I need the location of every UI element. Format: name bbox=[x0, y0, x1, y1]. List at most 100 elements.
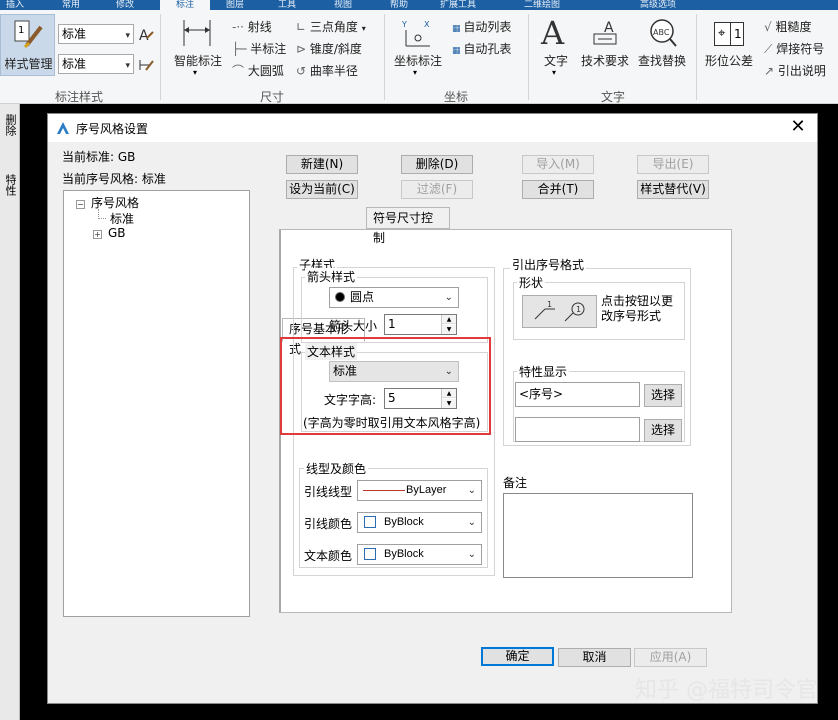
leader-color-select[interactable]: ByBlock ⌄ bbox=[357, 512, 482, 533]
set-current-button[interactable]: 设为当前(C) bbox=[286, 180, 358, 199]
ribbon-tab-4[interactable]: 图层 bbox=[226, 0, 244, 10]
find-replace-button[interactable]: 查找替换 bbox=[634, 52, 690, 69]
text-button[interactable]: 文字 bbox=[536, 52, 576, 69]
leader-format-title: 引出序号格式 bbox=[510, 256, 587, 273]
svg-text:X: X bbox=[424, 20, 430, 29]
close-icon[interactable]: ✕ bbox=[787, 116, 809, 138]
text-height-spinner[interactable]: 5 ▲ ▼ bbox=[384, 388, 457, 409]
ok-button[interactable]: 确定 bbox=[481, 647, 554, 666]
roughness-label: 粗糙度 bbox=[775, 20, 812, 34]
spin-down-icon[interactable]: ▼ bbox=[442, 399, 456, 408]
tree-collapse-toggle[interactable]: − bbox=[76, 200, 85, 209]
ribbon-tab-3[interactable]: 标注 bbox=[160, 0, 210, 10]
big-arc-button[interactable]: ⌒ 大圆弧 bbox=[232, 62, 284, 79]
delete-panel-tab[interactable]: 删除 bbox=[1, 114, 17, 162]
property-title: 特性显示 bbox=[517, 363, 570, 380]
shape-button[interactable]: 1 1 bbox=[522, 295, 597, 328]
leader-note-label: 引出说明 bbox=[777, 64, 826, 78]
text-style-combo[interactable]: 标准 ▾ bbox=[58, 54, 134, 74]
ribbon-tab-6[interactable]: 视图 bbox=[334, 0, 352, 10]
tolerance-icon: ⌖ 1 bbox=[714, 22, 744, 46]
spin-down-icon[interactable]: ▼ bbox=[442, 325, 456, 334]
style-override-button[interactable]: 样式替代(V) bbox=[637, 180, 709, 199]
ribbon-tab-2[interactable]: 修改 bbox=[116, 0, 134, 10]
tolerance-value-glyph: 1 bbox=[734, 27, 742, 41]
dot-icon bbox=[335, 292, 345, 302]
leader-note-button[interactable]: ↗ 引出说明 bbox=[764, 62, 826, 79]
svg-text:A: A bbox=[139, 28, 149, 42]
leader-linetype-select[interactable]: ByLayer ⌄ bbox=[357, 480, 482, 501]
roughness-icon: √ bbox=[764, 20, 776, 34]
coord-dim-button[interactable]: 坐标标注 bbox=[388, 52, 448, 69]
leader-style-icon[interactable] bbox=[138, 56, 154, 72]
import-button[interactable]: 导入(M) bbox=[522, 155, 594, 174]
find-replace-abc-text: ABC bbox=[653, 28, 670, 37]
tree-item-gb[interactable]: GB bbox=[108, 226, 126, 240]
chevron-down-icon: ▾ bbox=[552, 68, 557, 77]
three-point-angle-button[interactable]: ∟ 三点角度 ▾ bbox=[296, 18, 366, 35]
three-point-angle-label: 三点角度 bbox=[309, 20, 358, 34]
chevron-down-icon: ⌄ bbox=[467, 517, 476, 528]
ray-dim-button[interactable]: -·· 射线 bbox=[232, 18, 272, 35]
ribbon-tab-9[interactable]: 二维绘图 bbox=[524, 0, 560, 10]
current-style: 当前序号风格: 标准 bbox=[62, 170, 166, 187]
ribbon-tab-5[interactable]: 工具 bbox=[278, 0, 296, 10]
delete-button[interactable]: 删除(D) bbox=[401, 155, 473, 174]
roughness-button[interactable]: √ 粗糙度 bbox=[764, 18, 811, 35]
cancel-button[interactable]: 取消 bbox=[558, 648, 631, 667]
text-style-combo-value: 标准 bbox=[62, 57, 87, 71]
property-input-2[interactable] bbox=[515, 417, 640, 442]
property-input-1[interactable]: <序号> bbox=[515, 382, 640, 407]
spin-up-icon[interactable]: ▲ bbox=[442, 389, 456, 398]
tab-symbol-size[interactable]: 符号尺寸控制 bbox=[366, 207, 450, 245]
chevron-down-icon: ⌄ bbox=[467, 549, 476, 560]
text-style-select[interactable]: 标准 ⌄ bbox=[329, 361, 459, 382]
remark-textarea[interactable] bbox=[503, 493, 693, 578]
text-style-value: 标准 bbox=[333, 364, 358, 378]
merge-button[interactable]: 合并(T) bbox=[522, 180, 594, 199]
select-button-1[interactable]: 选择 bbox=[644, 384, 682, 407]
ribbon-tab-0[interactable]: 插入 bbox=[6, 0, 24, 10]
properties-panel-tab[interactable]: 特性 bbox=[1, 174, 17, 222]
dim-style-combo[interactable]: 标准 ▾ bbox=[58, 24, 134, 44]
taper-slope-button[interactable]: ⊳ 锥度/斜度 bbox=[296, 40, 362, 57]
curvature-radius-button[interactable]: ↺ 曲率半径 bbox=[296, 62, 358, 79]
tree-item-standard[interactable]: 标准 bbox=[110, 210, 134, 227]
coord-group-label: 坐标 bbox=[443, 90, 468, 104]
chevron-down-icon: ⌄ bbox=[444, 366, 453, 377]
auto-hole-table-button[interactable]: ▦ 自动孔表 bbox=[452, 40, 511, 57]
text-style-icon[interactable]: A bbox=[138, 26, 154, 42]
style-tree[interactable]: − 序号风格 标准 + GB bbox=[63, 190, 250, 617]
ribbon-tab-7[interactable]: 帮助 bbox=[390, 0, 408, 10]
style-manage-button[interactable]: 1 样式管理 bbox=[0, 14, 55, 76]
tech-requirement-button[interactable]: 技术要求 bbox=[577, 52, 633, 69]
ribbon-tab-1[interactable]: 常用 bbox=[62, 0, 80, 10]
chevron-down-icon: ▾ bbox=[193, 68, 198, 77]
text-color-select[interactable]: ByBlock ⌄ bbox=[357, 544, 482, 565]
ribbon-tab-8[interactable]: 扩展工具 bbox=[440, 0, 476, 10]
tolerance-button[interactable]: 形位公差 bbox=[700, 52, 758, 69]
ribbon-tab-10[interactable]: 高级选项 bbox=[640, 0, 676, 10]
arrow-style-select[interactable]: 圆点 ⌄ bbox=[329, 287, 459, 308]
shape-hint: 点击按钮以更改序号形式 bbox=[601, 294, 674, 323]
new-button[interactable]: 新建(N) bbox=[286, 155, 358, 174]
arrow-style-value: 圆点 bbox=[350, 290, 375, 304]
left-tool-strip: 删除 特性 bbox=[0, 104, 20, 720]
arrow-size-spinner[interactable]: 1 ▲ ▼ bbox=[384, 314, 457, 335]
export-button[interactable]: 导出(E) bbox=[637, 155, 709, 174]
shape-title: 形状 bbox=[517, 274, 546, 291]
half-dim-button[interactable]: ├─ 半标注 bbox=[232, 40, 286, 57]
color-swatch bbox=[364, 548, 376, 560]
balloon-shape-digit-2: 1 bbox=[576, 305, 581, 314]
group-divider bbox=[696, 14, 697, 100]
spin-up-icon[interactable]: ▲ bbox=[442, 315, 456, 324]
apply-button[interactable]: 应用(A) bbox=[634, 648, 707, 667]
tree-expand-toggle[interactable]: + bbox=[93, 230, 102, 239]
smart-dim-button[interactable]: 智能标注 bbox=[168, 52, 228, 69]
auto-list-button[interactable]: ▦ 自动列表 bbox=[452, 18, 511, 35]
select-button-2[interactable]: 选择 bbox=[644, 419, 682, 442]
style-group-label: 标注样式 bbox=[54, 90, 103, 104]
filter-button[interactable]: 过滤(F) bbox=[401, 180, 473, 199]
weld-symbol-button[interactable]: ⟋ 焊接符号 bbox=[764, 40, 824, 57]
properties-panel-tab-label: 特性 bbox=[4, 174, 17, 196]
